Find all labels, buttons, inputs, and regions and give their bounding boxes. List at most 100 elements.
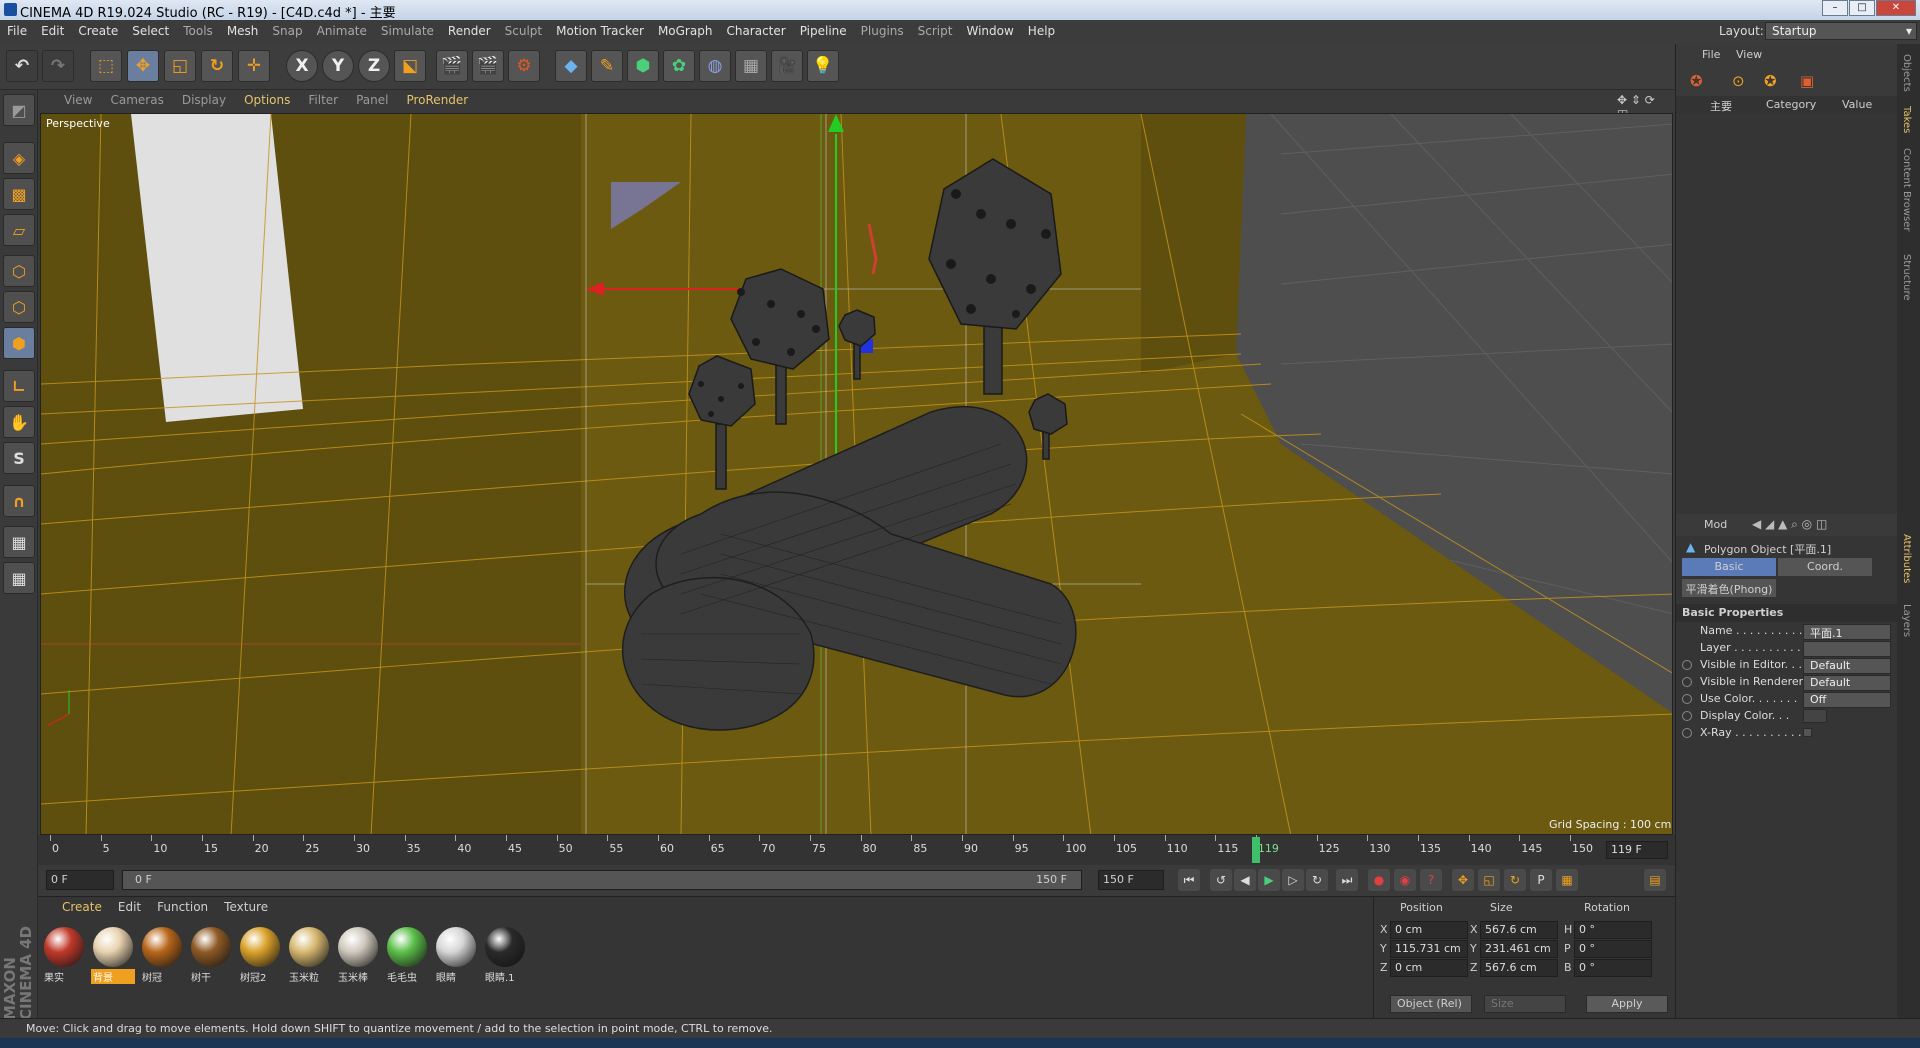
tab-coord[interactable]: Coord. (1778, 558, 1872, 576)
timeline-ruler[interactable]: 0 5 10 15 20 25 30 35 40 45 50 55 60 65 70 75 80 85 90 95 10… (50, 835, 1593, 865)
timeline-window-icon[interactable]: ▤ (1644, 869, 1666, 891)
lock-take-icon[interactable]: ▣ (1800, 72, 1814, 90)
menu-window[interactable]: Window (959, 20, 1020, 38)
menu-tools[interactable]: Tools (176, 20, 220, 38)
property-value[interactable]: Off (1803, 692, 1891, 708)
end-frame-field[interactable]: 150 F (1098, 870, 1164, 890)
points-mode-icon[interactable]: ⬡ (3, 255, 35, 287)
key-param-icon[interactable]: P (1530, 869, 1552, 891)
size-mode-dropdown[interactable]: Size (1484, 995, 1566, 1013)
menu-select[interactable]: Select (125, 20, 176, 38)
nav-arrows-icon[interactable]: ◀ ◢ ▲ ⌕ ◎ ◫ (1752, 517, 1827, 532)
side-tab-objects[interactable]: Objects (1901, 54, 1912, 92)
size-field[interactable]: 567.6 cm (1480, 959, 1558, 977)
start-frame-field[interactable]: 0 F (46, 870, 114, 890)
rotate-tool-icon[interactable]: ↻ (201, 50, 233, 82)
workplane-lock-icon[interactable]: ▦ (3, 526, 35, 558)
menu-file[interactable]: File (0, 20, 34, 38)
menu-edit[interactable]: Edit (34, 20, 71, 38)
play-forward-icon[interactable]: ▶ (1258, 869, 1280, 891)
z-axis-lock-button[interactable]: Z (358, 50, 390, 82)
light-icon[interactable]: 💡 (807, 50, 839, 82)
animate-radio[interactable] (1682, 711, 1692, 721)
menu-motion-tracker[interactable]: Motion Tracker (549, 20, 651, 38)
size-field[interactable]: 567.6 cm (1480, 921, 1558, 939)
preview-range-slider[interactable]: 0 F 150 F (122, 870, 1082, 890)
menu-create[interactable]: Create (71, 20, 125, 38)
material-item[interactable]: 玉米棒 (336, 925, 380, 987)
apply-button[interactable]: Apply (1586, 995, 1668, 1013)
mat-menu-create[interactable]: Create (54, 897, 110, 914)
vp-menu-cameras[interactable]: Cameras (101, 90, 172, 107)
key-position-icon[interactable]: ✥ (1452, 869, 1474, 891)
position-field[interactable]: 0 cm (1390, 921, 1468, 939)
polygons-mode-icon[interactable]: ⬢ (3, 327, 35, 359)
menu-script[interactable]: Script (911, 20, 960, 38)
mat-menu-texture[interactable]: Texture (216, 897, 276, 914)
tab-phong[interactable]: 平滑着色(Phong) (1682, 579, 1776, 597)
menu-render[interactable]: Render (441, 20, 498, 38)
edges-mode-icon[interactable]: ⬡ (3, 291, 35, 323)
attributes-mode-menu[interactable]: Mod (1704, 518, 1727, 531)
property-value[interactable]: 平面.1 (1803, 624, 1891, 640)
record-active-icon[interactable]: ● (1368, 869, 1390, 891)
vp-menu-options[interactable]: Options (235, 90, 299, 107)
move-tool-icon[interactable]: ✥ (127, 50, 159, 82)
xray-checkbox[interactable] (1803, 728, 1812, 737)
position-field[interactable]: 0 cm (1390, 959, 1468, 977)
vp-menu-display[interactable]: Display (173, 90, 235, 107)
tab-basic[interactable]: Basic (1682, 558, 1776, 576)
go-to-end-icon[interactable]: ⏭ (1336, 869, 1358, 891)
playhead[interactable] (1251, 837, 1260, 863)
menu-help[interactable]: Help (1021, 20, 1062, 38)
property-value[interactable]: Default (1803, 675, 1891, 691)
animate-radio[interactable] (1682, 694, 1692, 704)
rotation-field[interactable]: 0 ° (1574, 921, 1652, 939)
material-item[interactable]: 背景 (91, 925, 135, 987)
size-field[interactable]: 231.461 cm (1480, 940, 1558, 958)
coordinate-mode-dropdown[interactable]: Object (Rel) (1390, 995, 1472, 1013)
solo-icon[interactable]: ▦ (3, 562, 35, 594)
menu-character[interactable]: Character (719, 20, 792, 38)
material-item[interactable]: 毛毛虫 (385, 925, 429, 987)
render-picture-viewer-icon[interactable]: 🎬 (472, 50, 504, 82)
side-tab-layers[interactable]: Layers (1901, 604, 1912, 637)
keyframe-selection-icon[interactable]: ? (1420, 869, 1442, 891)
go-to-start-icon[interactable]: ⏮ (1178, 869, 1200, 891)
material-item[interactable]: 树干 (189, 925, 233, 987)
recent-tool-icon[interactable]: ✛ (238, 50, 270, 82)
obj-menu-file[interactable]: File (1702, 48, 1720, 61)
menu-plugins[interactable]: Plugins (854, 20, 911, 38)
mat-menu-edit[interactable]: Edit (110, 897, 149, 914)
current-frame-field[interactable]: 119 F (1606, 841, 1668, 859)
override-icon[interactable]: ⊙ (1732, 72, 1745, 90)
tweak-mode-icon[interactable]: ✋ (3, 406, 35, 438)
position-field[interactable]: 115.731 cm (1390, 940, 1468, 958)
obj-menu-view[interactable]: View (1736, 48, 1762, 61)
subdivision-icon[interactable]: ⬢ (627, 50, 659, 82)
workplane-icon[interactable]: ▱ (3, 214, 35, 246)
auto-take-icon[interactable]: ✪ (1764, 72, 1777, 90)
coordinate-system-icon[interactable]: ⬕ (394, 50, 426, 82)
deformer-icon[interactable]: ◍ (699, 50, 731, 82)
key-rotation-icon[interactable]: ↻ (1504, 869, 1526, 891)
side-tab-structure[interactable]: Structure (1901, 254, 1912, 301)
rotation-field[interactable]: 0 ° (1574, 940, 1652, 958)
maximize-button[interactable]: □ (1849, 0, 1875, 16)
cube-icon[interactable]: ◆ (555, 50, 587, 82)
animate-radio[interactable] (1682, 660, 1692, 670)
take-main-item[interactable]: 主要 (1710, 98, 1732, 114)
render-view-icon[interactable]: 🎬 (436, 50, 468, 82)
side-tab-attributes[interactable]: Attributes (1901, 534, 1912, 583)
vp-menu-view[interactable]: View (38, 90, 101, 107)
key-pla-icon[interactable]: ▦ (1556, 869, 1578, 891)
material-item[interactable]: 果实 (42, 925, 86, 987)
property-value[interactable]: Default (1803, 658, 1891, 674)
pen-icon[interactable]: ✎ (591, 50, 623, 82)
menu-sculpt[interactable]: Sculpt (498, 20, 549, 38)
next-frame-icon[interactable]: ▷ (1282, 869, 1304, 891)
material-item[interactable]: 树冠 (140, 925, 184, 987)
previous-key-icon[interactable]: ↺ (1210, 869, 1232, 891)
material-item[interactable]: 眼睛 (434, 925, 478, 987)
y-axis-lock-button[interactable]: Y (322, 50, 354, 82)
